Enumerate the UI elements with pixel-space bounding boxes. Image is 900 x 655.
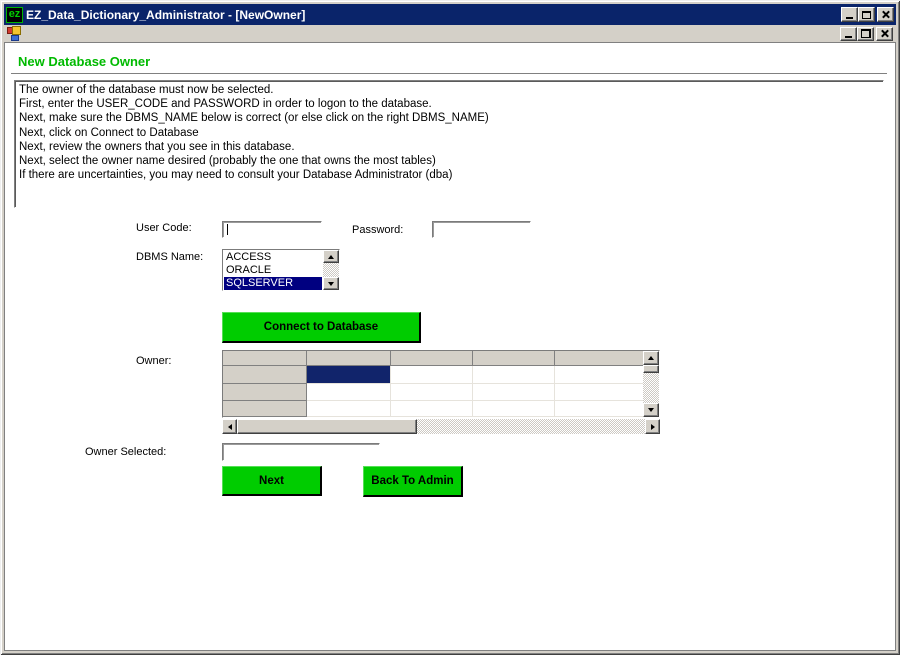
grid-row-header[interactable] <box>223 366 307 384</box>
instruction-line: The owner of the database must now be se… <box>19 83 879 97</box>
next-button[interactable]: Next <box>222 466 322 496</box>
grid-cell[interactable] <box>391 384 473 401</box>
child-minimize-button[interactable] <box>840 27 857 41</box>
grid-horizontal-scrollbar[interactable] <box>222 419 660 434</box>
grid-row-header[interactable] <box>223 401 307 417</box>
instruction-line: Next, select the owner name desired (pro… <box>19 154 879 168</box>
arrow-down-icon <box>648 408 654 412</box>
dbms-name-label: DBMS Name: <box>136 251 203 263</box>
grid-cell[interactable] <box>473 384 555 401</box>
grid-row <box>223 366 659 384</box>
child-form-icon[interactable] <box>7 26 23 41</box>
form-icon-blue-square <box>11 35 19 41</box>
child-close-icon <box>880 29 889 38</box>
scroll-track[interactable] <box>417 419 645 434</box>
instructions-box: The owner of the database must now be se… <box>14 80 884 208</box>
owner-selected-label: Owner Selected: <box>85 446 166 458</box>
user-code-label: User Code: <box>136 222 192 234</box>
text-caret <box>227 224 228 235</box>
dbms-scrollbar[interactable] <box>323 250 339 290</box>
connect-to-database-button[interactable]: Connect to Database <box>222 312 421 343</box>
minimize-icon <box>846 17 853 19</box>
instruction-line: If there are uncertainties, you may need… <box>19 168 879 182</box>
owner-grid <box>222 350 660 418</box>
grid-header-cell[interactable] <box>473 351 555 366</box>
instruction-line: Next, make sure the DBMS_NAME below is c… <box>19 111 879 125</box>
arrow-left-icon <box>228 424 232 430</box>
maximize-button[interactable] <box>858 7 875 22</box>
arrow-down-icon <box>328 282 334 286</box>
arrow-right-icon <box>651 424 655 430</box>
user-code-field-box <box>222 221 322 238</box>
minimize-button[interactable] <box>841 7 858 22</box>
user-code-input[interactable] <box>224 223 320 236</box>
window-controls <box>841 7 894 22</box>
owner-selected-field-box <box>222 443 380 461</box>
dbms-option-oracle[interactable]: ORACLE <box>224 264 322 277</box>
owner-label: Owner: <box>136 355 171 367</box>
child-minimize-icon <box>845 36 852 38</box>
grid-header-cell[interactable] <box>307 351 391 366</box>
close-icon <box>881 10 890 19</box>
back-to-admin-button[interactable]: Back To Admin <box>363 466 463 497</box>
grid-cell[interactable] <box>307 401 391 417</box>
dbms-listbox: ACCESS ORACLE SQLSERVER <box>222 249 340 291</box>
page-title: New Database Owner <box>18 54 150 69</box>
grid-cell[interactable] <box>391 401 473 417</box>
grid-vertical-scrollbar[interactable] <box>643 351 659 417</box>
scroll-track[interactable] <box>643 373 659 403</box>
grid-header-cell[interactable] <box>391 351 473 366</box>
arrow-up-icon <box>328 255 334 259</box>
grid-corner-cell <box>223 351 307 366</box>
close-button[interactable] <box>877 7 894 22</box>
instruction-line: Next, click on Connect to Database <box>19 126 879 140</box>
app-logo-icon: ez <box>6 7 23 23</box>
child-restore-button[interactable] <box>857 27 874 41</box>
maximize-icon <box>862 11 871 19</box>
app-window: ez EZ_Data_Dictionary_Administrator - [N… <box>0 0 900 655</box>
scroll-up-button[interactable] <box>643 351 659 365</box>
grid-row-header[interactable] <box>223 384 307 401</box>
scroll-right-button[interactable] <box>645 419 660 434</box>
password-field-box <box>432 221 531 238</box>
grid-cell[interactable] <box>473 401 555 417</box>
grid-cell[interactable] <box>307 366 391 384</box>
scroll-thumb[interactable] <box>643 365 659 373</box>
dbms-option-sqlserver[interactable]: SQLSERVER <box>224 277 322 290</box>
grid-header-row <box>223 351 659 366</box>
new-owner-form: New Database Owner The owner of the data… <box>4 42 896 651</box>
grid-cell[interactable] <box>473 366 555 384</box>
window-title: EZ_Data_Dictionary_Administrator - [NewO… <box>26 8 841 22</box>
scroll-down-button[interactable] <box>643 403 659 417</box>
scroll-up-button[interactable] <box>323 250 339 263</box>
dbms-options: ACCESS ORACLE SQLSERVER <box>224 251 322 289</box>
grid-row <box>223 384 659 401</box>
child-restore-icon <box>861 29 871 38</box>
instruction-line: Next, review the owners that you see in … <box>19 140 879 154</box>
password-label: Password: <box>352 224 403 236</box>
menu-bar <box>4 25 896 42</box>
form-icon-yellow-square <box>12 26 21 35</box>
instruction-line: First, enter the USER_CODE and PASSWORD … <box>19 97 879 111</box>
grid-cell[interactable] <box>307 384 391 401</box>
owner-selected-input[interactable] <box>224 445 378 459</box>
arrow-up-icon <box>648 356 654 360</box>
child-close-button[interactable] <box>876 27 893 41</box>
grid-row <box>223 401 659 417</box>
title-bar: ez EZ_Data_Dictionary_Administrator - [N… <box>4 4 896 25</box>
scroll-left-button[interactable] <box>222 419 237 434</box>
password-input[interactable] <box>434 223 529 236</box>
divider <box>11 73 887 75</box>
scroll-track[interactable] <box>323 263 339 277</box>
child-window-controls <box>840 27 893 41</box>
grid-cell[interactable] <box>391 366 473 384</box>
scroll-thumb[interactable] <box>237 419 417 434</box>
scroll-down-button[interactable] <box>323 277 339 290</box>
dbms-option-access[interactable]: ACCESS <box>224 251 322 264</box>
